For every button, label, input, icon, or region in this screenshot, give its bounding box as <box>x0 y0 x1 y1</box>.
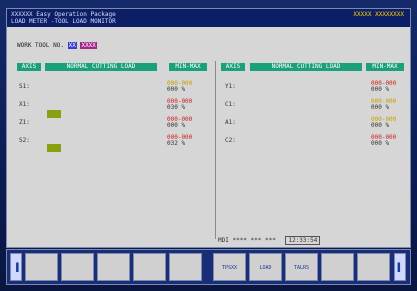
screen-subtitle: LOAD METER -TOOL LOAD MONITOR <box>11 18 116 25</box>
softkey-next-button[interactable]: ▌ <box>394 253 406 281</box>
percent-c2: 000 % <box>371 140 390 147</box>
softkey-tpsxx[interactable]: TPSXX <box>213 253 246 281</box>
load-values-a1: 000-000 000 % <box>371 117 396 129</box>
load-values-s2: 000-000 032 % <box>167 135 192 147</box>
percent-s1: 000 % <box>167 86 186 93</box>
softkey-1[interactable] <box>25 253 58 281</box>
softkey-bar: ▐ TPSXX LOAD TALRS ▌ <box>6 249 411 285</box>
percent-z1: 000 % <box>167 122 186 129</box>
axis-label-c1: C1: <box>225 101 236 108</box>
chevron-left-icon: ▐ <box>13 263 19 272</box>
chevron-right-icon: ▌ <box>397 263 403 272</box>
softkey-9[interactable] <box>321 253 354 281</box>
axis-label-y1: Y1: <box>225 83 236 90</box>
axis-label-s2: S2: <box>19 137 30 144</box>
status-line: MDI **** *** *** 12:33:54 <box>218 236 321 245</box>
load-values-c2: 000-000 000 % <box>371 135 396 147</box>
load-bar-s2 <box>47 144 61 152</box>
column-divider <box>215 61 216 239</box>
app-title: XXXXXX Easy Operation Package <box>11 11 116 18</box>
axis-label-c2: C2: <box>225 137 236 144</box>
load-values-s1: 000-000 000 % <box>167 81 192 93</box>
tool-number-label: WORK TOOL NO. <box>17 42 64 49</box>
percent-a1: 000 % <box>371 122 390 129</box>
right-minmax-header: MIN-MAX <box>366 63 404 71</box>
load-values-c1: 000-000 000 % <box>371 99 396 111</box>
percent-x1: 030 % <box>167 104 186 111</box>
softkey-5[interactable] <box>169 253 202 281</box>
softkey-2[interactable] <box>61 253 94 281</box>
axis-label-s1: S1: <box>19 83 30 90</box>
percent-c1: 000 % <box>371 104 390 111</box>
axis-label-z1: Z1: <box>19 119 30 126</box>
load-bar-x1 <box>47 110 61 118</box>
left-load-header: NORMAL CUTTING LOAD <box>45 63 157 71</box>
tool-number-value-2[interactable]: XXXX <box>80 42 97 49</box>
softkey-prev-button[interactable]: ▐ <box>10 253 22 281</box>
title-bar: XXXXXX Easy Operation Package LOAD METER… <box>7 9 410 27</box>
load-monitor-screen: XXXXXX Easy Operation Package LOAD METER… <box>6 8 411 248</box>
percent-y1: 000 % <box>371 86 390 93</box>
status-code: XXXXX XXXXXXXX <box>353 11 404 18</box>
status-mode: MDI <box>218 237 229 244</box>
softkey-talrs[interactable]: TALRS <box>285 253 318 281</box>
softkey-4[interactable] <box>133 253 166 281</box>
load-values-x1: 000-000 030 % <box>167 99 192 111</box>
left-axis-header: AXIS <box>17 63 41 71</box>
right-load-header: NORMAL CUTTING LOAD <box>250 63 362 71</box>
axis-label-x1: X1: <box>19 101 30 108</box>
right-axis-header: AXIS <box>221 63 245 71</box>
softkey-3[interactable] <box>97 253 130 281</box>
status-time: 12:33:54 <box>285 236 321 245</box>
status-info: **** *** *** <box>232 237 276 244</box>
left-minmax-header: MIN-MAX <box>169 63 207 71</box>
axis-label-a1: A1: <box>225 119 236 126</box>
percent-s2: 032 % <box>167 140 186 147</box>
softkey-load[interactable]: LOAD <box>249 253 282 281</box>
load-values-z1: 000-000 000 % <box>167 117 192 129</box>
softkey-10[interactable] <box>357 253 390 281</box>
load-values-y1: 000-000 000 % <box>371 81 396 93</box>
tool-number-line: WORK TOOL NO. XX XXXX <box>17 42 97 49</box>
tool-number-value[interactable]: XX <box>67 42 77 49</box>
